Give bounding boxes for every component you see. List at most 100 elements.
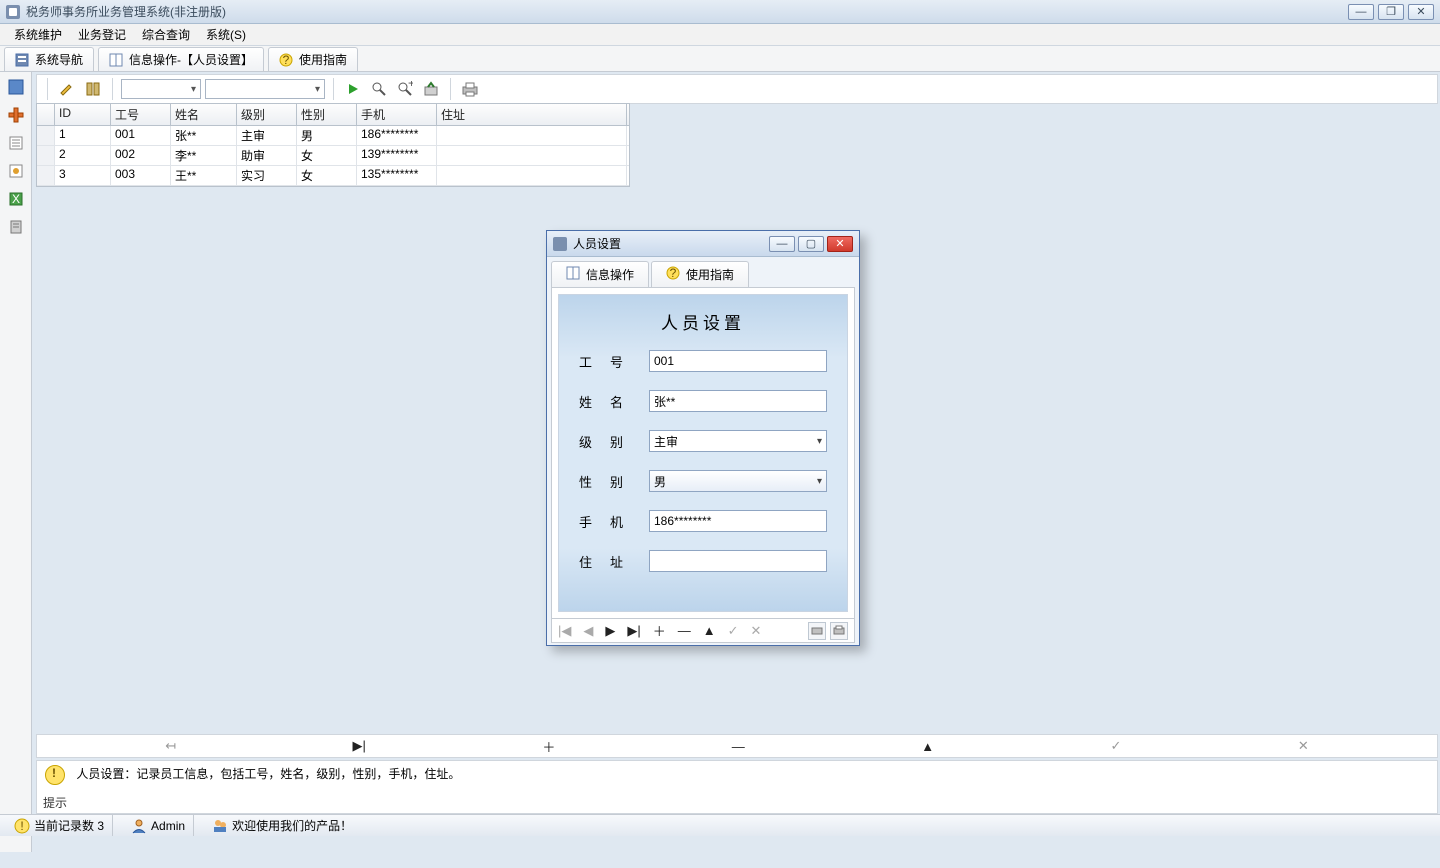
col-dz[interactable]: 住址: [437, 104, 627, 125]
main-record-nav: ↤ ▶| ＋ — ▲ ✓ ✕: [36, 734, 1438, 758]
dialog-titlebar[interactable]: 人员设置 — ▢ ✕: [547, 231, 859, 257]
tip-label: 提示: [43, 794, 67, 811]
help-icon: ?: [666, 266, 680, 283]
dialog-icon: [553, 237, 567, 251]
dlg-nav-prev[interactable]: ◀: [583, 623, 593, 639]
input-gh[interactable]: [649, 350, 827, 372]
dialog-nav: |◀ ◀ ▶ ▶| ＋ — ▲ ✓ ✕: [552, 618, 854, 642]
dlg-nav-delete[interactable]: —: [678, 623, 691, 638]
search-next-button[interactable]: +: [394, 78, 416, 100]
dlg-nav-confirm[interactable]: ✓: [728, 623, 739, 639]
records-icon: !: [14, 818, 30, 834]
staff-dialog: 人员设置 — ▢ ✕ 信息操作 ? 使用指南 人员设置 工号 姓名: [546, 230, 860, 646]
dialog-maximize-button[interactable]: ▢: [798, 236, 824, 252]
welcome-icon: [212, 818, 228, 834]
layout-button[interactable]: [82, 78, 104, 100]
svg-text:?: ?: [670, 266, 677, 280]
dlg-print[interactable]: [830, 622, 848, 640]
dialog-tab-guide[interactable]: ? 使用指南: [651, 261, 749, 287]
side-btn-5[interactable]: X: [7, 190, 25, 208]
grid-row[interactable]: 3003王**实习女135********: [37, 166, 629, 186]
dlg-nav-add[interactable]: ＋: [653, 621, 666, 640]
dlg-nav-next[interactable]: ▶: [605, 623, 615, 639]
input-xm[interactable]: [649, 390, 827, 412]
edit-button[interactable]: [56, 78, 78, 100]
book-icon: [566, 266, 580, 283]
tab-system-nav[interactable]: 系统导航: [4, 47, 94, 71]
nav-next[interactable]: ▶|: [353, 738, 366, 754]
tab-info-op[interactable]: 信息操作-【人员设置】: [98, 47, 264, 71]
menu-business-reg[interactable]: 业务登记: [70, 24, 134, 45]
filter-value-combo[interactable]: [205, 79, 325, 99]
menu-system-maint[interactable]: 系统维护: [6, 24, 70, 45]
nav-delete[interactable]: —: [732, 739, 745, 754]
filter-field-combo[interactable]: [121, 79, 201, 99]
dialog-tab-info[interactable]: 信息操作: [551, 261, 649, 287]
status-bar: ! 当前记录数 3 Admin 欢迎使用我们的产品！: [0, 814, 1440, 836]
export-button[interactable]: [420, 78, 442, 100]
input-sj[interactable]: [649, 510, 827, 532]
menu-query[interactable]: 综合查询: [134, 24, 198, 45]
tab-info-op-label: 信息操作-【人员设置】: [129, 51, 253, 68]
dialog-title: 人员设置: [573, 235, 621, 252]
help-icon: ?: [279, 53, 293, 67]
dialog-heading: 人员设置: [579, 309, 827, 334]
tip-icon: [45, 765, 65, 785]
nav-first[interactable]: ↤: [165, 738, 176, 754]
main-toolbar: +: [36, 74, 1438, 104]
col-jb[interactable]: 级别: [237, 104, 297, 125]
col-id[interactable]: ID: [55, 104, 111, 125]
book-icon: [109, 53, 123, 67]
menu-bar: 系统维护 业务登记 综合查询 系统(S): [0, 24, 1440, 46]
side-btn-1[interactable]: [7, 78, 25, 96]
input-dz[interactable]: [649, 550, 827, 572]
nav-add[interactable]: ＋: [542, 737, 555, 756]
search-button[interactable]: [368, 78, 390, 100]
nav-confirm[interactable]: ✓: [1110, 738, 1121, 754]
side-btn-4[interactable]: [7, 162, 25, 180]
col-xb[interactable]: 性别: [297, 104, 357, 125]
user-icon: [131, 818, 147, 834]
document-tabs: 系统导航 信息操作-【人员设置】 ? 使用指南: [0, 46, 1440, 72]
restore-button[interactable]: ❐: [1378, 4, 1404, 20]
side-btn-2[interactable]: [7, 106, 25, 124]
label-dz: 住址: [579, 552, 649, 571]
svg-text:+: +: [408, 81, 413, 90]
side-btn-3[interactable]: [7, 134, 25, 152]
grid-row[interactable]: 1001张**主审男186********: [37, 126, 629, 146]
svg-text:X: X: [11, 192, 19, 206]
grid-row[interactable]: 2002李**助审女139********: [37, 146, 629, 166]
select-xb[interactable]: 男: [649, 470, 827, 492]
status-user: Admin: [123, 815, 194, 836]
dlg-nav-last[interactable]: ▶|: [627, 623, 640, 639]
nav-cancel[interactable]: ✕: [1298, 738, 1309, 754]
dlg-nav-first[interactable]: |◀: [558, 623, 571, 639]
svg-text:?: ?: [283, 53, 290, 67]
col-sj[interactable]: 手机: [357, 104, 437, 125]
label-gh: 工号: [579, 352, 649, 371]
dialog-minimize-button[interactable]: —: [769, 236, 795, 252]
col-xm[interactable]: 姓名: [171, 104, 237, 125]
print-button[interactable]: [459, 78, 481, 100]
col-gh[interactable]: 工号: [111, 104, 171, 125]
dlg-nav-cancel[interactable]: ✕: [751, 623, 762, 639]
grid-header: ID 工号 姓名 级别 性别 手机 住址: [37, 104, 629, 126]
svg-text:!: !: [20, 819, 23, 833]
tab-guide[interactable]: ? 使用指南: [268, 47, 358, 71]
minimize-button[interactable]: —: [1348, 4, 1374, 20]
dlg-print-preview[interactable]: [808, 622, 826, 640]
staff-grid[interactable]: ID 工号 姓名 级别 性别 手机 住址 1001张**主审男186******…: [36, 103, 630, 187]
label-xb: 性别: [579, 472, 649, 491]
tip-text: 人员设置：记录员工信息，包括工号，姓名，级别，性别，手机，住址。: [76, 767, 460, 781]
run-button[interactable]: [342, 78, 364, 100]
dlg-nav-edit[interactable]: ▲: [703, 623, 716, 638]
side-btn-6[interactable]: [7, 218, 25, 236]
tip-panel: 人员设置：记录员工信息，包括工号，姓名，级别，性别，手机，住址。 提示: [36, 760, 1438, 814]
menu-system[interactable]: 系统(S): [198, 24, 254, 45]
label-sj: 手机: [579, 512, 649, 531]
side-toolbar: X: [0, 72, 32, 852]
nav-up[interactable]: ▲: [921, 739, 934, 754]
dialog-close-button[interactable]: ✕: [827, 236, 853, 252]
select-jb[interactable]: 主审: [649, 430, 827, 452]
close-button[interactable]: ✕: [1408, 4, 1434, 20]
